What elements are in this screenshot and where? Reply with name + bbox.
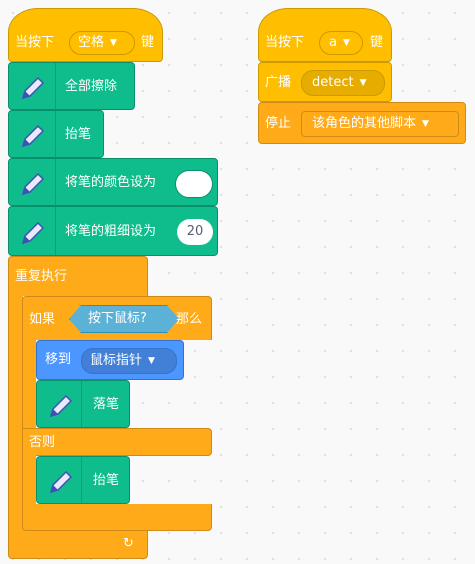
mouse-down-label: 按下鼠标?	[88, 311, 147, 326]
pen-up-block[interactable]: 抬笔	[8, 110, 104, 158]
hat-suffix-label: 键	[141, 35, 155, 50]
if-else-block-bottom	[22, 504, 212, 531]
stop-option-value: 该角色的其他脚本	[312, 116, 417, 131]
key-dropdown[interactable]: a ▼	[319, 31, 363, 55]
forever-block[interactable]: 重复执行	[8, 256, 148, 296]
chevron-down-icon: ▼	[110, 38, 117, 48]
hat-prefix-label: 当按下	[15, 35, 55, 50]
broadcast-block[interactable]: 广播 detect ▼	[258, 62, 392, 102]
else-label: 否则	[29, 435, 56, 450]
stop-option-dropdown[interactable]: 该角色的其他脚本 ▼	[301, 111, 459, 137]
color-swatch-input[interactable]	[175, 170, 213, 198]
set-pen-color-block[interactable]: 将笔的颜色设为	[8, 158, 218, 206]
pen-icon-separator	[55, 63, 56, 109]
pen-up-block[interactable]: 抬笔	[36, 456, 130, 504]
pen-icon-separator	[81, 381, 82, 427]
pen-down-block[interactable]: 落笔	[36, 380, 130, 428]
hat-prefix-label: 当按下	[265, 35, 305, 50]
go-to-block[interactable]: 移到 鼠标指针 ▼	[36, 340, 184, 380]
pen-icon-separator	[81, 457, 82, 503]
when-key-pressed-hat-block[interactable]: 当按下 a ▼ 键	[258, 8, 392, 62]
go-to-target-dropdown[interactable]: 鼠标指针 ▼	[81, 348, 177, 374]
stop-label: 停止	[265, 116, 292, 131]
loop-arrow-icon: ↻	[123, 536, 134, 551]
else-section: 否则	[22, 428, 212, 456]
chevron-down-icon: ▼	[422, 119, 429, 129]
set-pen-size-block[interactable]: 将笔的粗细设为 20	[8, 206, 218, 256]
go-to-target-value: 鼠标指针	[90, 353, 143, 368]
pen-icon-separator	[55, 159, 56, 205]
pen-icon	[21, 172, 45, 196]
else-block-arm	[22, 455, 36, 505]
pen-icon	[49, 470, 73, 494]
key-dropdown-value: a	[329, 35, 337, 50]
set-pen-color-label: 将笔的颜色设为	[65, 175, 157, 190]
erase-all-label: 全部擦除	[65, 79, 118, 94]
pen-icon-separator	[55, 207, 56, 255]
pen-icon	[21, 124, 45, 148]
broadcast-message-value: detect	[312, 75, 354, 90]
chevron-down-icon: ▼	[359, 78, 367, 88]
forever-block-bottom[interactable]: ↻	[8, 530, 148, 559]
key-dropdown-value: 空格	[78, 35, 105, 50]
set-pen-size-label: 将笔的粗细设为	[65, 224, 157, 239]
code-area[interactable]: { "script1": { "when_key_pressed": {"pre…	[0, 0, 475, 564]
pen-icon	[49, 394, 73, 418]
if-label: 如果	[29, 312, 56, 327]
hat-suffix-label: 键	[370, 35, 384, 50]
pen-up-label: 抬笔	[93, 473, 120, 488]
mouse-down-condition[interactable]: 按下鼠标?	[69, 305, 179, 333]
pen-up-label: 抬笔	[65, 127, 92, 142]
pen-size-input[interactable]: 20	[177, 219, 213, 245]
stop-block[interactable]: 停止 该角色的其他脚本 ▼	[258, 102, 466, 144]
pen-icon-separator	[55, 111, 56, 157]
when-key-pressed-hat-block[interactable]: 当按下 空格 ▼ 键	[8, 8, 163, 62]
pen-down-label: 落笔	[93, 397, 120, 412]
if-block-arm	[22, 339, 36, 429]
forever-label: 重复执行	[15, 269, 68, 284]
then-label: 那么	[176, 312, 203, 327]
go-to-label: 移到	[45, 352, 72, 367]
chevron-down-icon: ▼	[148, 356, 155, 366]
pen-icon	[21, 221, 45, 245]
chevron-down-icon: ▼	[342, 38, 350, 48]
key-dropdown[interactable]: 空格 ▼	[69, 31, 135, 55]
broadcast-label: 广播	[265, 75, 292, 90]
broadcast-message-dropdown[interactable]: detect ▼	[301, 70, 385, 96]
if-else-block[interactable]: 如果 按下鼠标? 那么	[22, 296, 212, 340]
erase-all-block[interactable]: 全部擦除	[8, 62, 135, 110]
pen-icon	[21, 76, 45, 100]
forever-block-arm	[8, 295, 23, 531]
